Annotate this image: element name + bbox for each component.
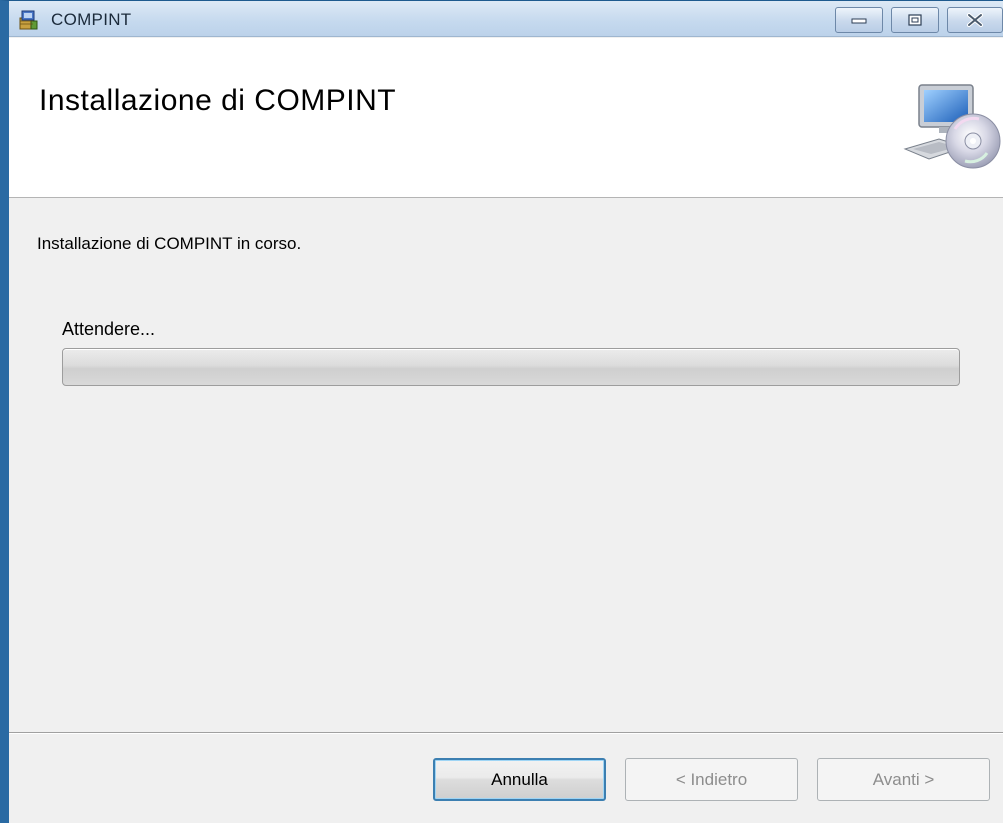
- page-title: Installazione di COMPINT: [39, 84, 397, 117]
- computer-disc-icon: [903, 84, 1001, 169]
- next-button[interactable]: Avanti >: [817, 758, 990, 801]
- maximize-icon: [908, 14, 922, 26]
- install-status-text: Installazione di COMPINT in corso.: [37, 234, 302, 253]
- installer-window: COMPINT Installazione di COMPINT Install…: [0, 0, 1003, 823]
- header-banner: Installazione di COMPINT: [9, 38, 1003, 198]
- wait-label: Attendere...: [62, 319, 156, 339]
- minimize-button[interactable]: [835, 7, 883, 33]
- install-progress-bar: [62, 348, 960, 386]
- installer-package-icon: [19, 10, 38, 30]
- footer-separator-highlight: [9, 733, 1003, 734]
- close-icon: [967, 13, 983, 27]
- maximize-button[interactable]: [891, 7, 939, 33]
- cancel-button[interactable]: Annulla: [433, 758, 606, 801]
- window-title: COMPINT: [51, 10, 132, 29]
- back-button[interactable]: < Indietro: [625, 758, 798, 801]
- minimize-icon: [851, 18, 867, 24]
- title-bar[interactable]: COMPINT: [9, 1, 1003, 37]
- close-button[interactable]: [947, 7, 1003, 33]
